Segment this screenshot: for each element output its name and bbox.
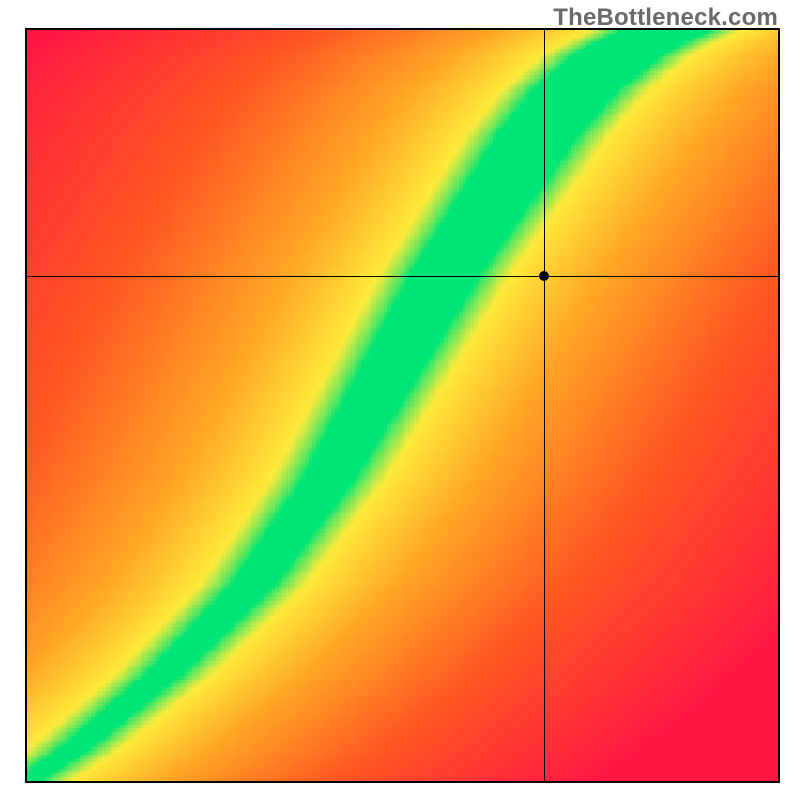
plot-area — [25, 28, 780, 783]
figure: TheBottleneck.com — [0, 0, 800, 800]
heatmap-canvas — [27, 30, 778, 781]
